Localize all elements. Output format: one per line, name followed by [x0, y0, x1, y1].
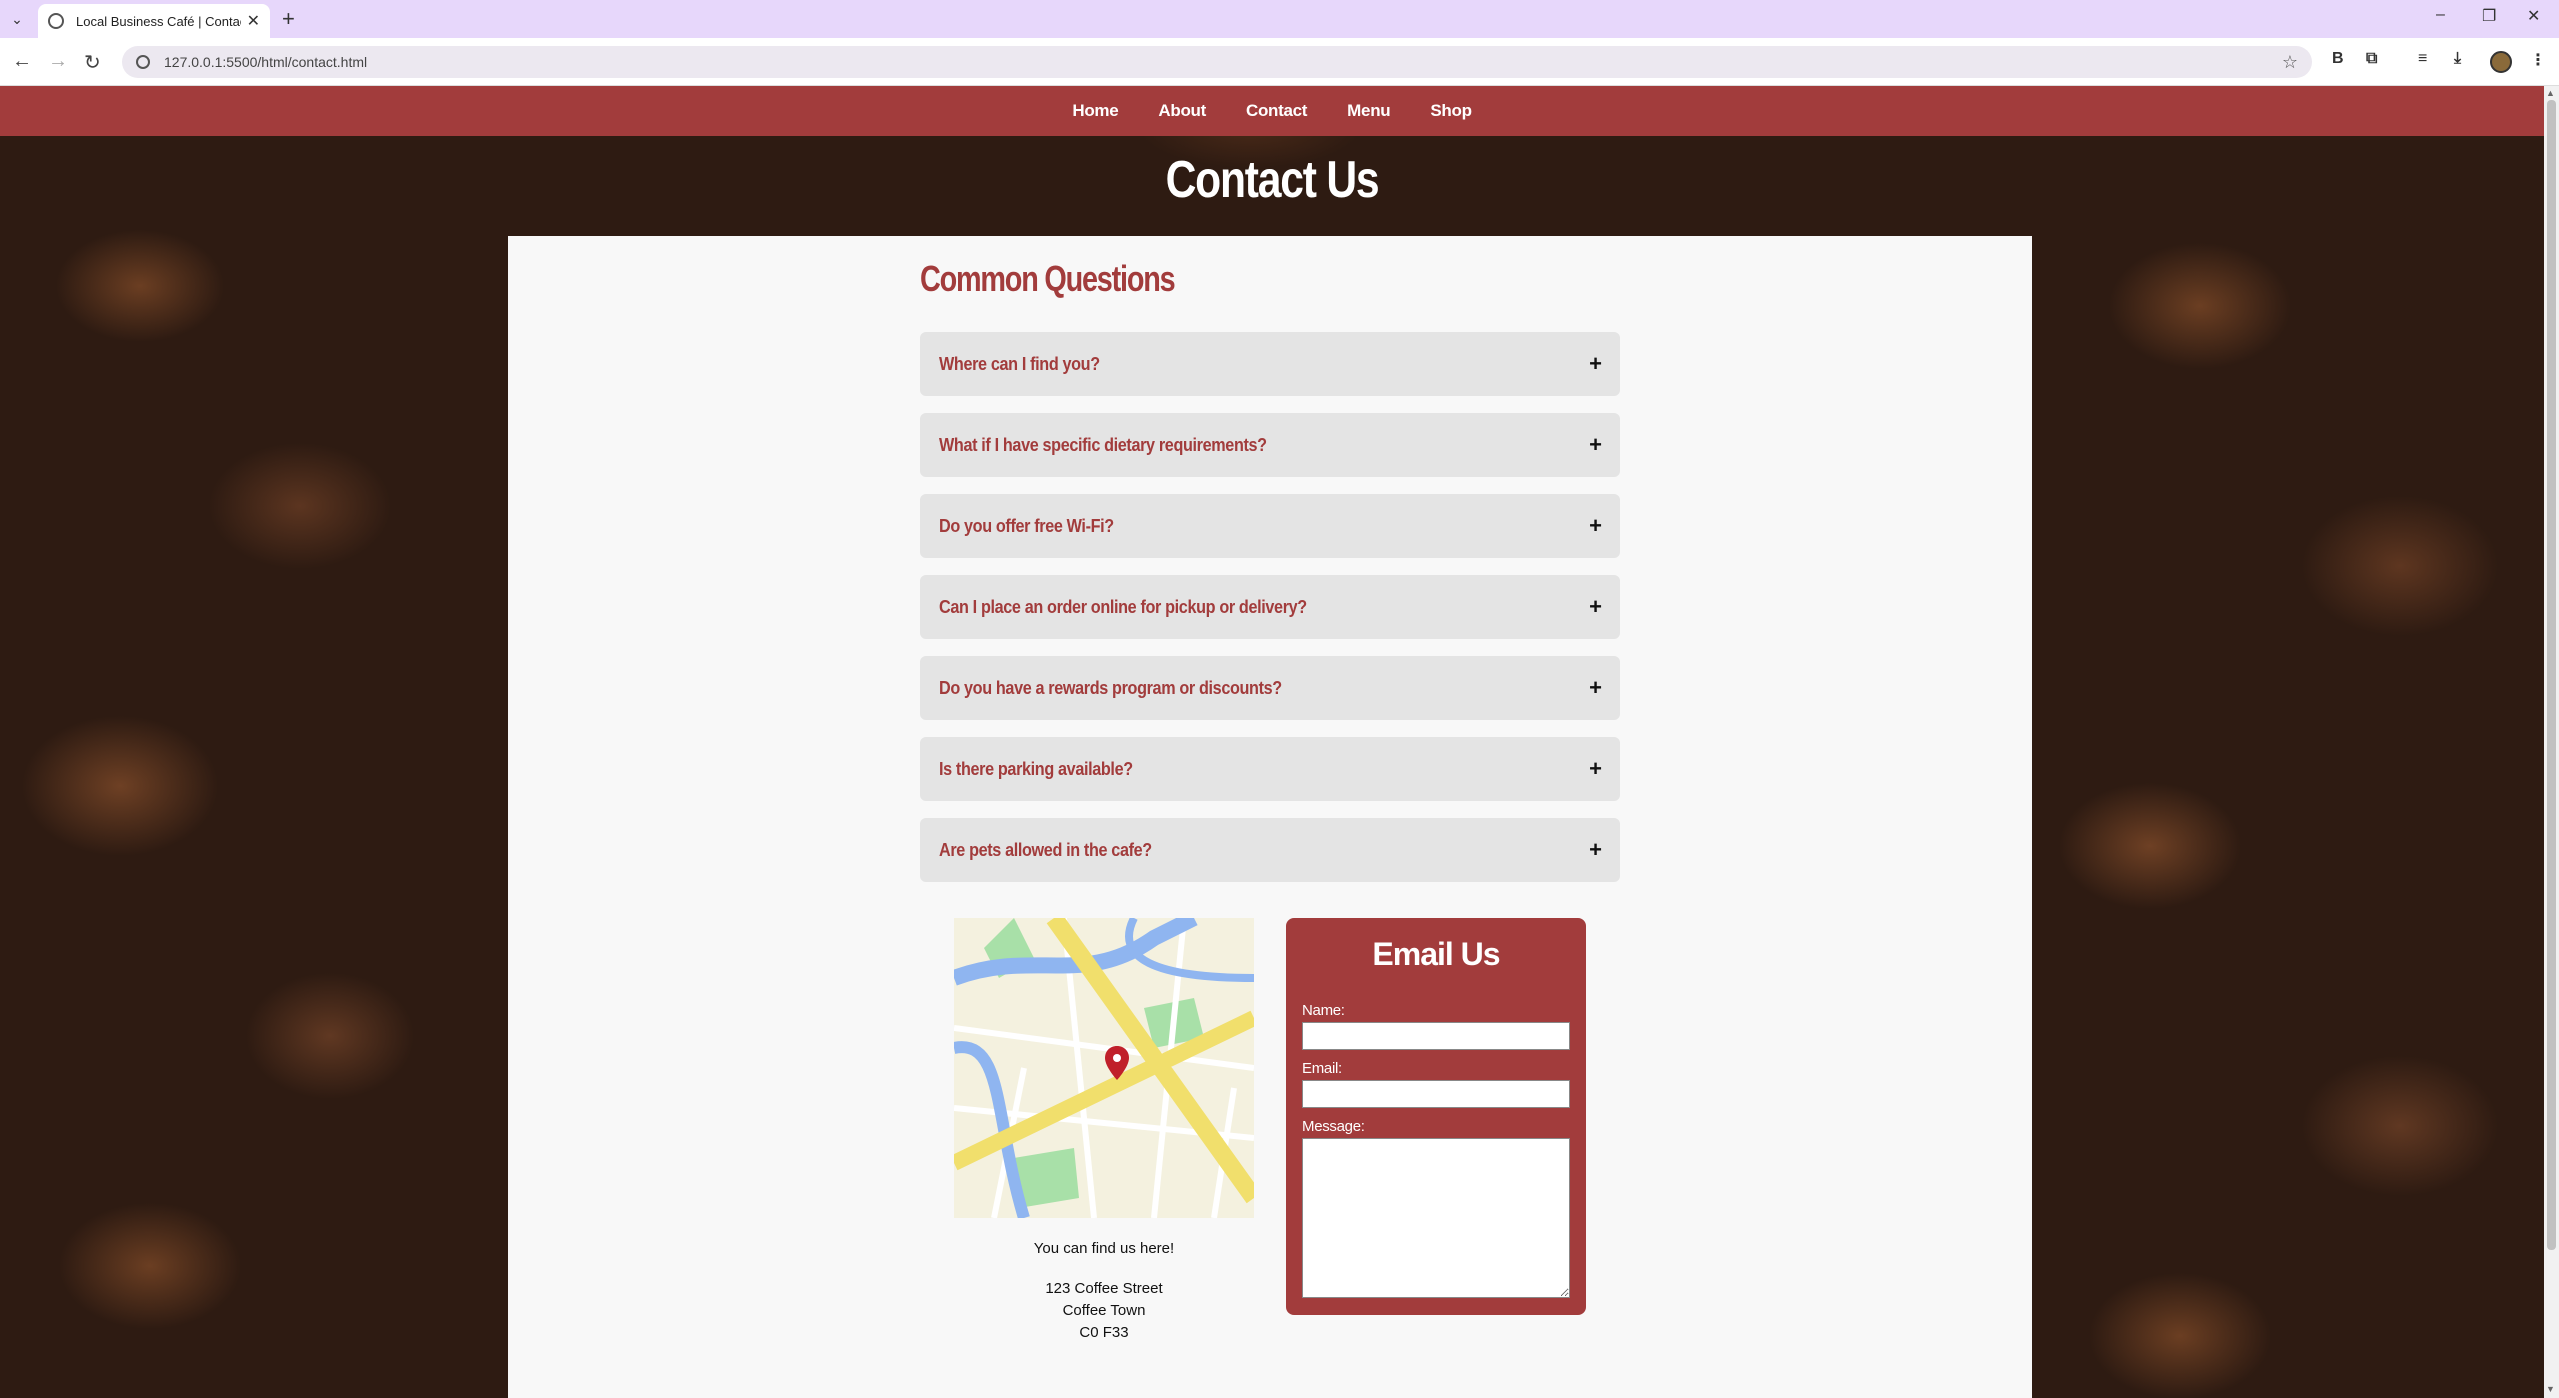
message-textarea[interactable] — [1302, 1138, 1570, 1298]
tab-search-chevron-icon[interactable]: ⌄ — [6, 8, 28, 30]
close-tab-icon[interactable]: ✕ — [247, 11, 260, 31]
browser-tab-bar: ⌄ Local Business Café | Contact ✕ + – ❐ … — [0, 0, 2559, 38]
site-navbar: Home About Contact Menu Shop — [0, 86, 2544, 136]
url-text: 127.0.0.1:5500/html/contact.html — [164, 54, 368, 70]
expand-plus-icon[interactable]: + — [1589, 513, 1602, 539]
tab-title: Local Business Café | Contact — [76, 13, 241, 29]
faq-item[interactable]: Do you offer free Wi-Fi? + — [920, 494, 1620, 558]
nav-about-link[interactable]: About — [1138, 101, 1226, 121]
page-scrollbar[interactable]: ▲ ▼ — [2544, 86, 2559, 1398]
address-line: 123 Coffee Street — [1045, 1280, 1163, 1297]
faq-question: Are pets allowed in the cafe? — [939, 839, 1152, 860]
site-info-icon[interactable] — [136, 55, 150, 69]
expand-plus-icon[interactable]: + — [1589, 837, 1602, 863]
faq-question: What if I have specific dietary requirem… — [939, 434, 1267, 455]
faq-question: Do you offer free Wi-Fi? — [939, 515, 1114, 536]
faq-heading: Common Questions — [920, 258, 1176, 299]
expand-plus-icon[interactable]: + — [1589, 756, 1602, 782]
globe-icon — [48, 13, 64, 29]
expand-plus-icon[interactable]: + — [1589, 675, 1602, 701]
address-line: C0 F33 — [1079, 1324, 1129, 1341]
expand-plus-icon[interactable]: + — [1589, 351, 1602, 377]
faq-item[interactable]: Is there parking available? + — [920, 737, 1620, 801]
message-label: Message: — [1302, 1118, 1365, 1135]
email-form: Email Us Name: Email: Message: — [1286, 918, 1586, 1315]
faq-list: Where can I find you? + What if I have s… — [920, 332, 1620, 899]
map-illustration — [954, 918, 1254, 1218]
back-icon[interactable]: ← — [12, 50, 32, 73]
download-icon[interactable]: ⤓ — [2454, 50, 2461, 68]
nav-home-link[interactable]: Home — [1052, 101, 1138, 121]
map-caption: You can find us here! — [1033, 1240, 1175, 1257]
scrollbar-thumb[interactable] — [2547, 100, 2556, 1250]
nav-contact-link[interactable]: Contact — [1226, 101, 1327, 121]
name-label: Name: — [1302, 1002, 1345, 1019]
expand-plus-icon[interactable]: + — [1589, 594, 1602, 620]
restore-icon[interactable]: ❐ — [2482, 6, 2496, 26]
nav-menu-link[interactable]: Menu — [1327, 101, 1410, 121]
faq-question: Is there parking available? — [939, 758, 1133, 779]
location-map — [954, 918, 1254, 1218]
nav-shop-link[interactable]: Shop — [1410, 101, 1491, 121]
page-title: Contact Us — [1165, 151, 1380, 209]
minimize-icon[interactable]: – — [2436, 6, 2445, 24]
browser-tab[interactable]: Local Business Café | Contact ✕ — [38, 4, 270, 38]
forward-icon[interactable]: → — [48, 50, 68, 73]
bold-extension-icon[interactable]: B — [2332, 50, 2344, 68]
extensions-puzzle-icon[interactable]: ⧉ — [2366, 50, 2377, 68]
new-tab-icon[interactable]: + — [282, 6, 295, 32]
faq-item[interactable]: Do you have a rewards program or discoun… — [920, 656, 1620, 720]
faq-item[interactable]: Where can I find you? + — [920, 332, 1620, 396]
email-form-title: Email Us — [1372, 936, 1500, 972]
faq-item[interactable]: What if I have specific dietary requirem… — [920, 413, 1620, 477]
browser-menu-icon[interactable]: ⋮ — [2530, 50, 2546, 70]
reload-icon[interactable]: ↻ — [84, 50, 101, 75]
reading-list-icon[interactable]: ≡ — [2418, 50, 2427, 68]
expand-plus-icon[interactable]: + — [1589, 432, 1602, 458]
name-field[interactable] — [1302, 1022, 1570, 1050]
address-line: Coffee Town — [1062, 1302, 1146, 1319]
window-close-icon[interactable]: ✕ — [2527, 6, 2540, 26]
email-field[interactable] — [1302, 1080, 1570, 1108]
faq-question: Where can I find you? — [939, 353, 1100, 374]
address-block: 123 Coffee Street Coffee Town C0 F33 — [954, 1278, 1254, 1344]
profile-avatar[interactable] — [2490, 51, 2512, 73]
faq-item[interactable]: Are pets allowed in the cafe? + — [920, 818, 1620, 882]
faq-item[interactable]: Can I place an order online for pickup o… — [920, 575, 1620, 639]
page-background: Home About Contact Menu Shop Contact Us … — [0, 86, 2544, 1398]
content-panel: Common Questions Where can I find you? +… — [508, 236, 2032, 1398]
scroll-down-icon[interactable]: ▼ — [2546, 1384, 2555, 1394]
email-label: Email: — [1302, 1060, 1342, 1077]
browser-toolbar: ← → ↻ 127.0.0.1:5500/html/contact.html ☆… — [0, 38, 2559, 86]
address-bar[interactable]: 127.0.0.1:5500/html/contact.html ☆ — [122, 46, 2312, 78]
faq-question: Can I place an order online for pickup o… — [939, 596, 1307, 617]
bookmark-star-icon[interactable]: ☆ — [2282, 52, 2298, 73]
faq-question: Do you have a rewards program or discoun… — [939, 677, 1282, 698]
scroll-up-icon[interactable]: ▲ — [2546, 88, 2555, 98]
